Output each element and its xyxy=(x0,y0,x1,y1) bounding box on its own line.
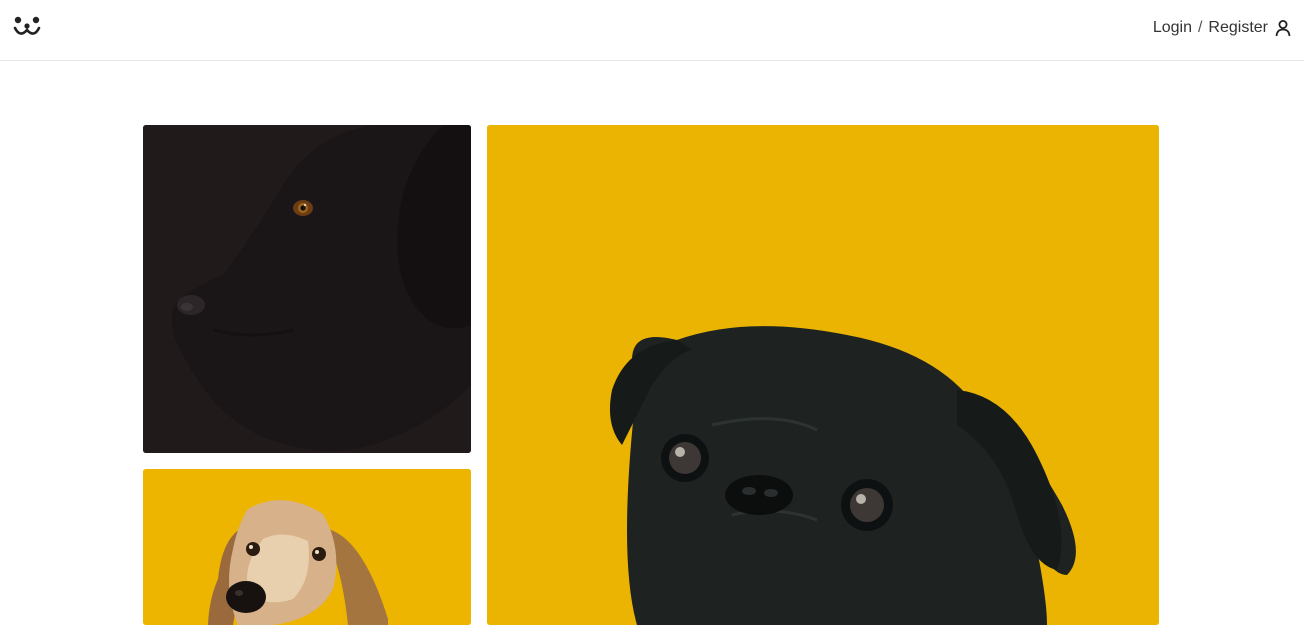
login-link[interactable]: Login xyxy=(1153,17,1192,39)
auth-separator: / xyxy=(1197,19,1203,36)
smiling-dog-face-icon xyxy=(13,16,41,35)
site-logo[interactable] xyxy=(12,14,42,40)
saluki-photo[interactable] xyxy=(143,469,471,625)
pug-photo[interactable] xyxy=(487,125,1159,625)
top-nav-bar: Login / Register xyxy=(0,0,1304,61)
black-dog-photo[interactable] xyxy=(143,125,471,453)
register-link[interactable]: Register xyxy=(1208,17,1268,39)
auth-links: Login / Register xyxy=(1153,17,1292,39)
user-icon[interactable] xyxy=(1274,19,1292,37)
